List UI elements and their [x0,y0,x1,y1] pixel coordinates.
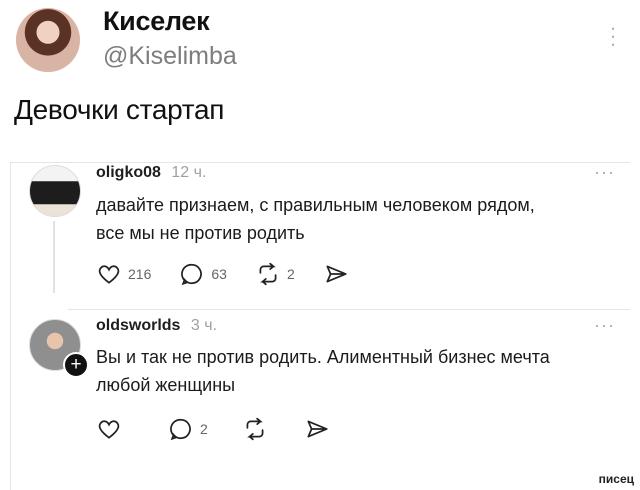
like-button[interactable] [96,416,122,442]
speech-bubble-icon [179,261,205,287]
embed-border-left [10,162,11,490]
share-button[interactable] [304,416,330,442]
reply-avatar[interactable] [29,165,81,217]
comment-button[interactable]: 63 [179,261,227,287]
profile-avatar[interactable] [16,8,80,72]
reply-time: 3 ч. [190,317,218,334]
repost-count: 2 [286,266,295,282]
reply-actions: 216 63 2 [96,259,349,289]
reply-text: давайте признаем, с правильным человеком… [96,191,535,247]
follow-plus-icon[interactable]: + [63,352,89,378]
repost-icon [242,416,268,442]
reply-text-line: все мы не против родить [96,223,305,243]
reply-meta: oldsworlds 3 ч. [96,317,217,335]
reply-username[interactable]: oligko08 [96,164,161,181]
embed-border [10,162,630,163]
send-icon [323,261,349,287]
like-count: 216 [128,266,152,282]
comment-button[interactable]: 2 [168,416,208,442]
like-button[interactable]: 216 [96,261,151,287]
reply-username[interactable]: oldsworlds [96,317,180,334]
heart-icon [96,416,122,442]
post-text: Девочки стартап [14,94,225,125]
reply-more-icon[interactable]: ··· [594,162,615,183]
reply-text-line: любой женщины [96,375,236,395]
repost-icon [255,261,281,287]
profile-handle[interactable]: @Kiselimba [103,42,237,71]
repost-button[interactable] [242,416,268,442]
reply-time: 12 ч. [171,164,207,181]
repost-button[interactable]: 2 [255,261,295,287]
reply-text-line: давайте признаем, с правильным человеком… [96,195,535,215]
comment-count: 2 [200,421,208,437]
thread-line [53,221,55,293]
reply-more-icon[interactable]: ··· [594,315,615,336]
reply-meta: oligko08 12 ч. [96,164,206,182]
speech-bubble-icon [168,416,194,442]
more-options-icon[interactable]: · · · [604,17,622,55]
reply-text-line: Вы и так не против родить. Алиментный би… [96,347,550,367]
reply-text: Вы и так не против родить. Алиментный би… [96,343,550,399]
share-button[interactable] [323,261,349,287]
comment-count: 63 [211,266,227,282]
send-icon [304,416,330,442]
reply-divider [68,309,630,310]
profile-name[interactable]: Киселек [103,6,210,37]
heart-icon [96,261,122,287]
watermark: писец [598,472,634,486]
reply-actions: 2 [96,414,330,444]
